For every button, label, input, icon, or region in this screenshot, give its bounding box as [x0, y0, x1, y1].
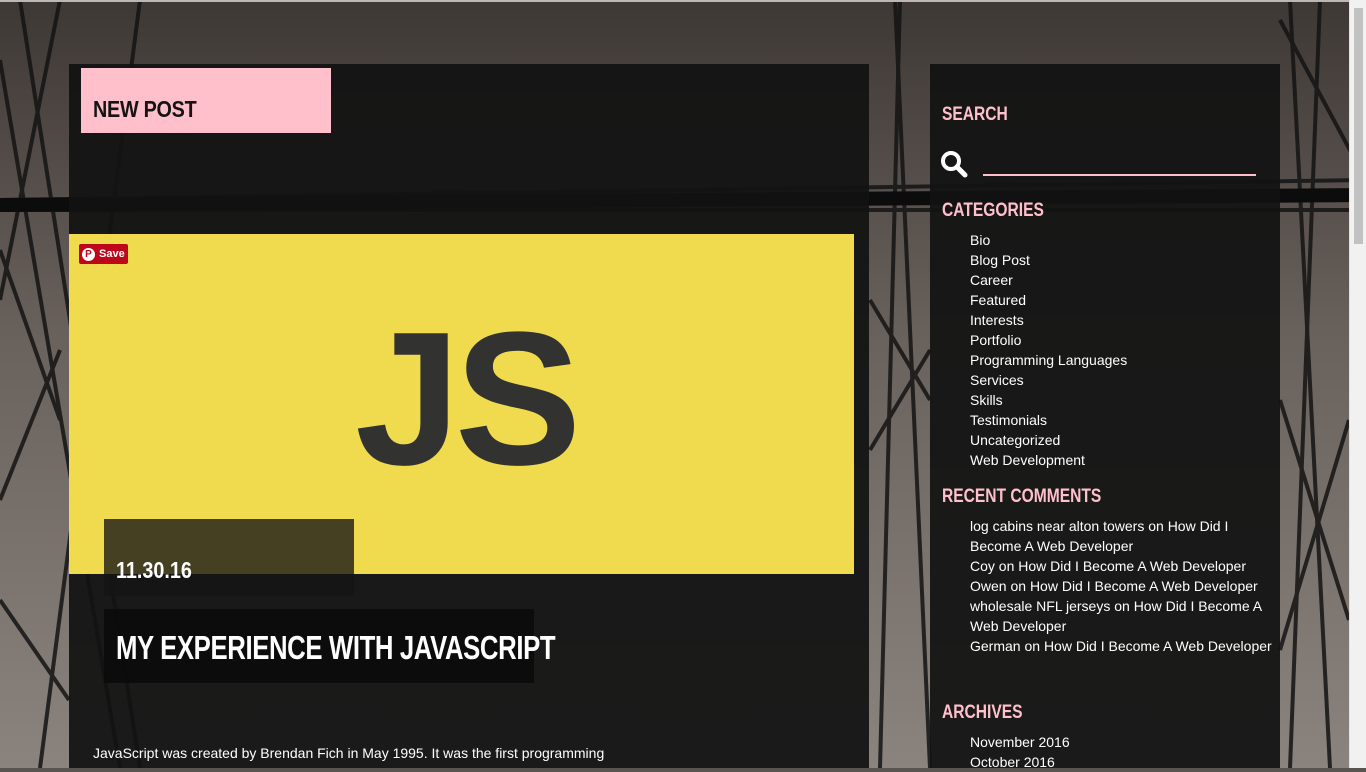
- comment-author[interactable]: German: [970, 638, 1021, 654]
- main-content: NEW POST JS P Save 11.30.16 MY EXPERIENC…: [69, 64, 869, 768]
- comment-author[interactable]: Coy: [970, 558, 995, 574]
- comment-item: Coy on How Did I Become A Web Developer: [970, 556, 1282, 576]
- comment-item: Owen on How Did I Become A Web Developer: [970, 576, 1282, 596]
- search-widget-title: SEARCH: [942, 104, 1008, 125]
- js-logo-text: JS: [355, 293, 581, 505]
- category-link-web-development[interactable]: Web Development: [970, 450, 1127, 470]
- archive-link-october-2016[interactable]: October 2016: [970, 752, 1070, 772]
- top-edge: [0, 0, 1349, 2]
- comment-on: on: [1024, 638, 1041, 654]
- comment-post-link[interactable]: How Did I Become A Web Developer: [1030, 578, 1258, 594]
- comment-item: German on How Did I Become A Web Develop…: [970, 636, 1282, 656]
- comment-on: on: [998, 558, 1015, 574]
- category-link-skills[interactable]: Skills: [970, 390, 1127, 410]
- categories-widget-title: CATEGORIES: [942, 200, 1044, 221]
- category-link-uncategorized[interactable]: Uncategorized: [970, 430, 1127, 450]
- search-row: [940, 150, 1256, 180]
- post-excerpt: JavaScript was created by Brendan Fich i…: [93, 745, 605, 761]
- category-link-interests[interactable]: Interests: [970, 310, 1127, 330]
- post-date-box: 11.30.16: [104, 519, 354, 596]
- archive-link-november-2016[interactable]: November 2016: [970, 732, 1070, 752]
- comment-author[interactable]: Owen: [970, 578, 1007, 594]
- category-link-featured[interactable]: Featured: [970, 290, 1127, 310]
- comment-on: on: [1010, 578, 1027, 594]
- page-scrollbar[interactable]: [1349, 0, 1366, 768]
- categories-list: Bio Blog Post Career Featured Interests …: [970, 230, 1127, 470]
- pinterest-save-button[interactable]: P Save: [79, 244, 128, 264]
- scrollbar-thumb[interactable]: [1354, 8, 1363, 244]
- new-post-label: NEW POST: [93, 96, 197, 122]
- category-link-services[interactable]: Services: [970, 370, 1127, 390]
- comment-author[interactable]: log cabins near alton towers: [970, 518, 1144, 534]
- recent-comments-widget-title: RECENT COMMENTS: [942, 486, 1102, 507]
- comment-author[interactable]: wholesale NFL jerseys: [970, 598, 1110, 614]
- archives-list: November 2016 October 2016: [970, 732, 1070, 772]
- post-title-box[interactable]: MY EXPERIENCE WITH JAVASCRIPT: [104, 609, 556, 683]
- sidebar: SEARCH CATEGORIES Bio Blog Post Career F…: [930, 64, 1282, 770]
- comment-item: log cabins near alton towers on How Did …: [970, 516, 1282, 556]
- post-date: 11.30.16: [116, 557, 192, 583]
- category-link-testimonials[interactable]: Testimonials: [970, 410, 1127, 430]
- pinterest-save-label: Save: [99, 248, 125, 260]
- new-post-header: NEW POST: [81, 68, 331, 133]
- pinterest-icon: P: [82, 247, 95, 261]
- post-title[interactable]: MY EXPERIENCE WITH JAVASCRIPT: [116, 629, 556, 667]
- recent-comments-list: log cabins near alton towers on How Did …: [970, 516, 1282, 656]
- comment-on: on: [1114, 598, 1130, 614]
- comment-post-link[interactable]: How Did I Become A Web Developer: [1018, 558, 1246, 574]
- category-link-portfolio[interactable]: Portfolio: [970, 330, 1127, 350]
- comment-on: on: [1148, 518, 1164, 534]
- category-link-career[interactable]: Career: [970, 270, 1127, 290]
- comment-item: wholesale NFL jerseys on How Did I Becom…: [970, 596, 1282, 636]
- search-icon[interactable]: [940, 150, 968, 178]
- category-link-blog-post[interactable]: Blog Post: [970, 250, 1127, 270]
- search-input[interactable]: [983, 150, 1256, 176]
- category-link-bio[interactable]: Bio: [970, 230, 1127, 250]
- category-link-programming-languages[interactable]: Programming Languages: [970, 350, 1127, 370]
- archives-widget-title: ARCHIVES: [942, 702, 1023, 723]
- comment-post-link[interactable]: How Did I Become A Web Developer: [1044, 638, 1272, 654]
